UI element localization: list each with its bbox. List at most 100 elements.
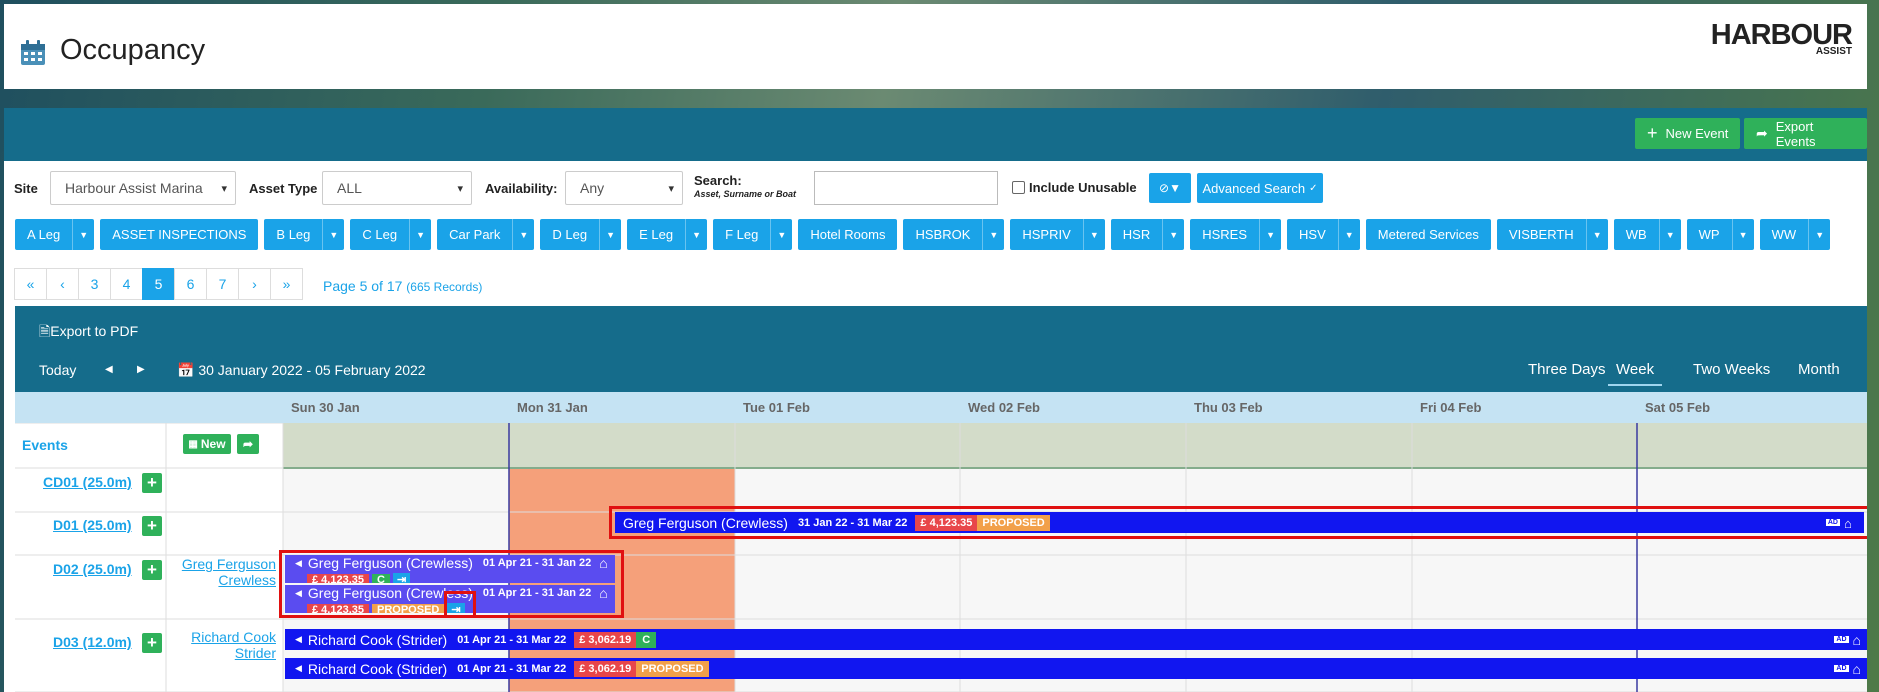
highlight-box-small: [444, 591, 476, 618]
tab-wp[interactable]: WP ▼: [1686, 219, 1754, 250]
tab-label: WW: [1771, 227, 1797, 242]
ad-badge: AD: [1834, 665, 1849, 672]
page-button[interactable]: ‹: [46, 268, 79, 300]
day-header: Tue 01 Feb: [743, 400, 810, 415]
view-three-days[interactable]: Three Days: [1528, 361, 1606, 384]
chevron-down-icon[interactable]: ▼: [599, 219, 621, 250]
tab-hsres[interactable]: HSRES ▼: [1190, 219, 1282, 250]
tab-c-leg[interactable]: C Leg ▼: [350, 219, 432, 250]
add-booking-d02-button[interactable]: +: [142, 560, 162, 580]
clear-filter-button[interactable]: ⊘▼: [1149, 173, 1191, 203]
today-button[interactable]: Today: [39, 362, 76, 378]
page-button[interactable]: ›: [238, 268, 271, 300]
date-range-text: 30 January 2022 - 05 February 2022: [198, 362, 426, 378]
next-week-icon[interactable]: ▶: [137, 364, 145, 375]
availability-select[interactable]: Any ▾: [565, 171, 683, 205]
tab-hspriv[interactable]: HSPRIV ▼: [1010, 219, 1105, 250]
chevron-down-icon[interactable]: ▼: [1731, 219, 1754, 250]
view-month[interactable]: Month: [1798, 361, 1840, 384]
share-event-button[interactable]: ➦: [237, 434, 259, 454]
new-event-small-button[interactable]: ▦ New: [183, 434, 231, 454]
tab-d-leg[interactable]: D Leg ▼: [540, 219, 622, 250]
house-icon: ⌂: [1852, 631, 1861, 648]
house-icon: ⌂: [1852, 660, 1861, 677]
arrow-left-icon: ◀: [295, 634, 302, 644]
page-button[interactable]: 3: [78, 268, 111, 300]
page-button[interactable]: «: [14, 268, 47, 300]
add-booking-cd01-button[interactable]: +: [142, 473, 162, 493]
tab-car-park[interactable]: Car Park ▼: [437, 219, 535, 250]
chevron-down-icon[interactable]: ▼: [1082, 219, 1105, 250]
chevron-down-icon[interactable]: ▼: [322, 219, 344, 250]
clear-filter-icon: ⊘▼: [1159, 181, 1181, 195]
calendar-icon: [21, 40, 45, 65]
scheduler-toolbar: 🗎Export to PDF Today ◀ ▶ 📅 30 January 20…: [15, 306, 1867, 392]
tab-label: B Leg: [276, 227, 311, 242]
tab-visberth[interactable]: VISBERTH ▼: [1496, 219, 1608, 250]
chevron-down-icon[interactable]: ▼: [512, 219, 534, 250]
chevron-down-icon[interactable]: ▼: [1585, 219, 1608, 250]
tab-asset-inspections[interactable]: ASSET INSPECTIONS: [100, 219, 259, 250]
export-events-button[interactable]: ➦ Export Events: [1744, 118, 1867, 149]
tab-f-leg[interactable]: F Leg ▼: [713, 219, 793, 250]
chevron-down-icon[interactable]: ▼: [685, 219, 707, 250]
checkbox-box[interactable]: [1012, 181, 1025, 194]
tab-hsr[interactable]: HSR ▼: [1110, 219, 1185, 250]
site-select[interactable]: Harbour Assist Marina ▾: [50, 171, 236, 205]
arrow-left-icon: ◀: [295, 663, 302, 673]
owner-link-d02[interactable]: Greg Ferguson Crewless: [180, 556, 276, 588]
export-pdf-button[interactable]: 🗎Export to PDF: [39, 321, 138, 345]
date-range-picker[interactable]: 📅 30 January 2022 - 05 February 2022: [177, 362, 426, 379]
prev-week-icon[interactable]: ◀: [105, 364, 113, 375]
tab-label: Metered Services: [1377, 227, 1479, 242]
advanced-search-label: Advanced Search: [1202, 180, 1306, 196]
status-badge: PROPOSED: [636, 660, 709, 677]
asset-link-cd01[interactable]: CD01 (25.0m): [43, 474, 132, 490]
tab-wb[interactable]: WB ▼: [1613, 219, 1681, 250]
page-button[interactable]: 7: [206, 268, 239, 300]
tab-a-leg[interactable]: A Leg ▼: [15, 219, 95, 250]
tab-hotel-rooms[interactable]: Hotel Rooms: [798, 219, 898, 250]
tab-hsbrok[interactable]: HSBROK ▼: [903, 219, 1005, 250]
tab-e-leg[interactable]: E Leg ▼: [627, 219, 708, 250]
chevron-down-icon[interactable]: ▼: [72, 219, 94, 250]
new-event-button[interactable]: + New Event: [1635, 118, 1741, 149]
booking-bar[interactable]: ◀ Richard Cook (Strider) 01 Apr 21 - 31 …: [285, 658, 1867, 679]
view-two-weeks[interactable]: Two Weeks: [1693, 361, 1770, 384]
tab-label: HSPRIV: [1022, 227, 1071, 242]
asset-type-label: Asset Type: [249, 181, 318, 196]
page-button[interactable]: 5: [142, 268, 175, 300]
asset-link-d02[interactable]: D02 (25.0m): [53, 561, 132, 577]
advanced-search-button[interactable]: Advanced Search ✓: [1197, 173, 1323, 203]
owner-link-d03[interactable]: Richard Cook Strider: [180, 629, 276, 661]
tab-b-leg[interactable]: B Leg ▼: [264, 219, 345, 250]
tab-metered-services[interactable]: Metered Services: [1365, 219, 1491, 250]
view-week[interactable]: Week: [1608, 361, 1663, 386]
add-booking-d03-button[interactable]: +: [142, 633, 162, 653]
chevron-down-icon[interactable]: ▼: [1259, 219, 1281, 250]
search-input[interactable]: [814, 171, 998, 205]
page-header: Occupancy HARBOUR ASSIST: [4, 4, 1867, 89]
chevron-down-icon[interactable]: ▼: [1162, 219, 1184, 250]
asset-type-select[interactable]: ALL ▾: [322, 171, 472, 205]
asset-link-d03[interactable]: D03 (12.0m): [53, 634, 132, 650]
booking-name: Richard Cook (Strider): [307, 631, 448, 648]
chevron-down-icon[interactable]: ▼: [982, 219, 1004, 250]
site-value: Harbour Assist Marina: [65, 180, 203, 196]
page-button[interactable]: 6: [174, 268, 207, 300]
chevron-down-icon[interactable]: ▼: [409, 219, 431, 250]
chevron-down-icon[interactable]: ▼: [1658, 219, 1681, 250]
tab-ww[interactable]: WW ▼: [1759, 219, 1831, 250]
page-button[interactable]: 4: [110, 268, 143, 300]
chevron-down-icon[interactable]: ▼: [1337, 219, 1360, 250]
chevron-down-icon[interactable]: ▼: [770, 219, 792, 250]
tab-label: E Leg: [639, 227, 674, 242]
page-button[interactable]: »: [270, 268, 303, 300]
add-booking-d01-button[interactable]: +: [142, 516, 162, 536]
asset-link-d01[interactable]: D01 (25.0m): [53, 517, 132, 533]
include-unusable-checkbox[interactable]: Include Unusable: [1012, 180, 1137, 195]
chevron-down-icon: ▾: [457, 183, 463, 195]
tab-hsv[interactable]: HSV ▼: [1287, 219, 1360, 250]
chevron-down-icon[interactable]: ▼: [1808, 219, 1830, 250]
booking-bar[interactable]: ◀ Richard Cook (Strider) 01 Apr 21 - 31 …: [285, 629, 1867, 650]
